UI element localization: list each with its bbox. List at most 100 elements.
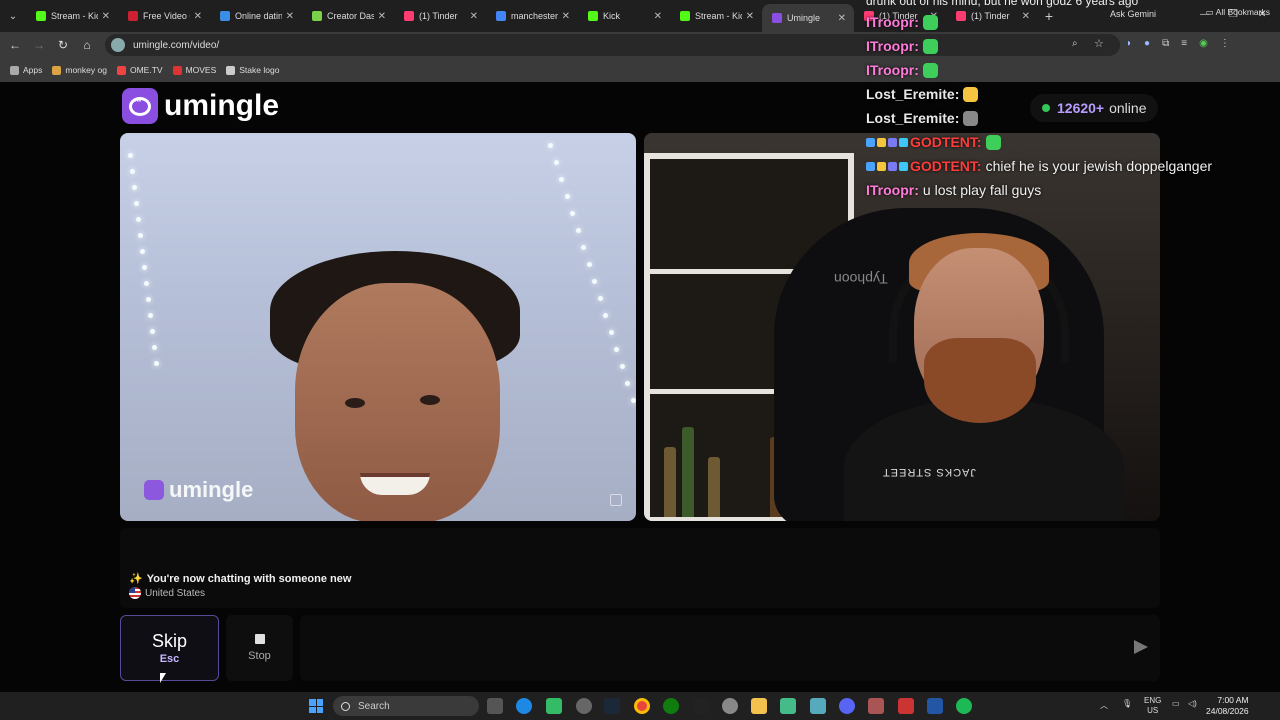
network-icon[interactable]: ▭ <box>1172 699 1180 708</box>
tab-title: Online datin <box>235 11 282 21</box>
tab-title: Stream - Kick <box>695 11 742 21</box>
browser-tab[interactable]: manchester ✕ <box>486 0 578 32</box>
home-icon[interactable]: ⌂ <box>75 38 99 52</box>
chat-message: ITroopr: <box>866 58 1280 82</box>
chat-message: ITroopr: <box>866 34 1280 58</box>
bookmark-item[interactable]: Apps <box>10 65 42 75</box>
app-icon[interactable] <box>868 698 884 714</box>
chat-message: GODTENT: chief he is your jewish doppelga… <box>866 154 1280 178</box>
tab-close-icon[interactable]: ✕ <box>378 11 386 22</box>
back-icon[interactable]: ← <box>3 38 27 52</box>
browser-tab[interactable]: (1) Tinder ✕ <box>394 0 486 32</box>
fairy-light <box>128 153 133 158</box>
fairy-light <box>148 313 153 318</box>
reload-icon[interactable]: ↻ <box>51 38 75 52</box>
emote-icon <box>922 14 938 30</box>
fairy-light <box>134 201 139 206</box>
url-text: umingle.com/video/ <box>133 39 220 51</box>
chat-username[interactable]: ITroopr: <box>866 14 919 30</box>
bookmark-item[interactable]: MOVES <box>172 65 216 75</box>
forward-icon[interactable]: → <box>27 38 51 52</box>
fairy-light <box>619 364 625 369</box>
app-icon[interactable] <box>810 698 826 714</box>
shirt-text: JACKS STREET <box>882 466 976 478</box>
tab-close-icon[interactable]: ✕ <box>286 11 294 22</box>
edge-icon[interactable] <box>516 698 532 714</box>
chat-username[interactable]: Lost_Eremite: <box>866 110 959 126</box>
chat-username[interactable]: ITroopr: <box>866 38 919 54</box>
browser-tab[interactable]: Free Video C ✕ <box>118 0 210 32</box>
task-view-icon[interactable] <box>487 698 503 714</box>
tray-chevron-icon[interactable]: ︿ <box>1100 700 1108 711</box>
app-icon[interactable] <box>576 698 592 714</box>
stranger-eye <box>420 395 440 405</box>
tab-search-chevron-icon[interactable]: ⌄ <box>0 0 26 32</box>
microphone-icon[interactable]: 🎙 <box>1122 699 1132 708</box>
tab-favicon-icon <box>128 11 138 21</box>
chat-username[interactable]: GODTENT: <box>910 158 982 174</box>
skip-shortcut: Esc <box>159 653 180 665</box>
bookmark-item[interactable]: OME.TV <box>116 65 163 75</box>
browser-tab[interactable]: Online datin ✕ <box>210 0 302 32</box>
fairy-light <box>144 281 149 286</box>
chat-username[interactable]: Lost_Eremite: <box>866 86 959 102</box>
spotify-icon[interactable] <box>956 698 972 714</box>
fairy-light <box>130 169 135 174</box>
terminal-icon[interactable] <box>927 698 943 714</box>
app-icon[interactable] <box>546 698 562 714</box>
windows-start-icon[interactable] <box>309 699 323 713</box>
stranger-eye <box>345 398 365 408</box>
volume-icon[interactable]: ◁) <box>1188 699 1197 708</box>
us-flag-icon <box>129 587 141 599</box>
taskbar-clock[interactable]: 7:00 AM 24/08/2026 <box>1206 695 1249 717</box>
emote-icon <box>922 38 938 54</box>
browser-tab[interactable]: Kick ✕ <box>578 0 670 32</box>
discord-icon[interactable] <box>839 698 855 714</box>
tab-close-icon[interactable]: ✕ <box>838 13 846 24</box>
bookmark-item[interactable]: Stake logo <box>226 65 279 75</box>
send-icon[interactable] <box>1134 640 1148 654</box>
steam-icon[interactable] <box>604 698 620 714</box>
tab-title: Kick <box>603 11 621 21</box>
chat-message: ITroopr: u lost play fall guys <box>866 178 1280 202</box>
tab-close-icon[interactable]: ✕ <box>470 11 478 22</box>
watermark-text: umingle <box>169 477 254 502</box>
browser-tab[interactable]: Stream - Kick ✕ <box>26 0 118 32</box>
site-info-icon[interactable] <box>111 38 125 52</box>
tab-close-icon[interactable]: ✕ <box>654 11 662 22</box>
settings-icon[interactable] <box>722 698 738 714</box>
stop-button[interactable]: Stop <box>226 615 293 681</box>
browser-tab[interactable]: Stream - Kick ✕ <box>670 0 762 32</box>
taskbar-search[interactable]: Search <box>333 696 479 716</box>
chat-username[interactable]: ITroopr: <box>866 182 919 198</box>
epic-games-icon[interactable] <box>693 698 709 714</box>
chat-username[interactable]: ITroopr: <box>866 62 919 78</box>
tab-close-icon[interactable]: ✕ <box>194 11 202 22</box>
tab-close-icon[interactable]: ✕ <box>746 11 754 22</box>
skip-button[interactable]: Skip Esc <box>120 615 219 681</box>
bookmark-favicon-icon <box>172 65 182 75</box>
tab-close-icon[interactable]: ✕ <box>562 11 570 22</box>
message-input[interactable] <box>300 615 1160 681</box>
watermark-logo-icon <box>144 480 164 500</box>
chat-message: Lost_Eremite: <box>866 106 1280 130</box>
store-icon[interactable] <box>780 698 796 714</box>
fairy-light <box>136 217 141 222</box>
language-text: ENG <box>1144 696 1162 705</box>
bookmark-label: OME.TV <box>129 65 163 75</box>
tab-title: Umingle <box>787 13 821 23</box>
tab-close-icon[interactable]: ✕ <box>102 11 110 22</box>
chat-text: chief he is your jewish doppelganger <box>985 158 1213 174</box>
browser-tab[interactable]: Umingle ✕ <box>762 4 854 32</box>
chrome-icon[interactable] <box>634 698 650 714</box>
report-flag-icon[interactable] <box>610 494 622 506</box>
xbox-icon[interactable] <box>663 698 679 714</box>
app-icon[interactable] <box>898 698 914 714</box>
browser-tab[interactable]: Creator Dash ✕ <box>302 0 394 32</box>
file-explorer-icon[interactable] <box>751 698 767 714</box>
umingle-logo[interactable]: umingle <box>122 88 279 124</box>
chat-username[interactable]: GODTENT: <box>910 134 982 150</box>
input-language[interactable]: ENG US <box>1144 696 1161 716</box>
bookmark-item[interactable]: monkey og <box>52 65 107 75</box>
emote-icon <box>985 134 1001 150</box>
